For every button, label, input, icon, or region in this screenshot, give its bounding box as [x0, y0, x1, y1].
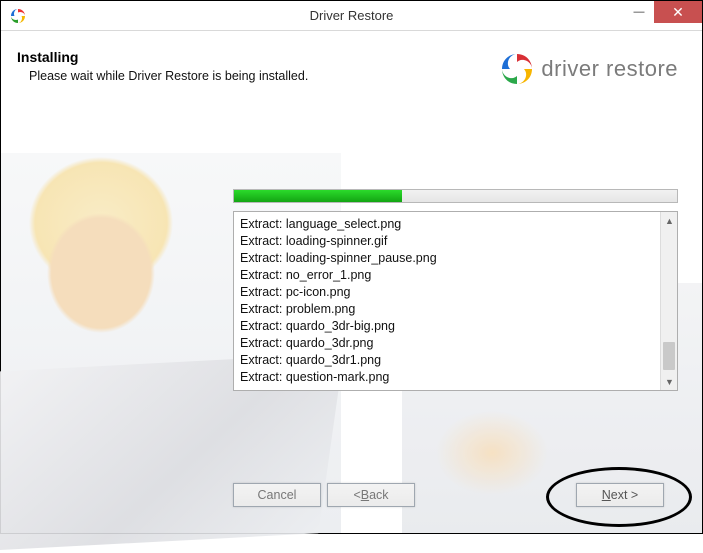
app-icon [9, 7, 27, 25]
back-prefix: < [353, 488, 360, 502]
cancel-button[interactable]: Cancel [233, 483, 321, 507]
brand-logo: driver restore [499, 51, 678, 87]
scroll-up-icon[interactable]: ▲ [661, 212, 678, 229]
log-line: Extract: quardo_3dr-big.png [240, 318, 654, 335]
log-scrollbar[interactable]: ▲ ▼ [660, 212, 677, 390]
content-area: Installing Please wait while Driver Rest… [1, 31, 702, 533]
log-line: Extract: loading-spinner.gif [240, 233, 654, 250]
button-row: Cancel < Back Next > [1, 483, 702, 511]
close-button[interactable]: ✕ [654, 1, 702, 23]
log-line: Extract: no_error_1.png [240, 267, 654, 284]
log-lines: Extract: language_select.png Extract: lo… [234, 212, 660, 390]
heading-subtitle: Please wait while Driver Restore is bein… [29, 69, 308, 83]
progress-bar [233, 189, 678, 203]
swirl-icon [499, 51, 535, 87]
log-line: Extract: problem.png [240, 301, 654, 318]
next-button[interactable]: Next > [576, 483, 664, 507]
install-log: Extract: language_select.png Extract: lo… [233, 211, 678, 391]
log-line: Extract: question-mark.png [240, 369, 654, 386]
heading: Installing Please wait while Driver Rest… [17, 49, 308, 83]
back-hotkey: B [361, 488, 369, 502]
brand-text: driver restore [541, 56, 678, 82]
scroll-thumb[interactable] [663, 342, 675, 370]
minimize-button[interactable]: — [624, 1, 654, 23]
log-line: Extract: pc-icon.png [240, 284, 654, 301]
progress-fill [234, 190, 402, 202]
heading-title: Installing [17, 49, 308, 65]
next-rest: ext > [611, 488, 638, 502]
scroll-down-icon[interactable]: ▼ [661, 373, 678, 390]
window-title: Driver Restore [310, 8, 394, 23]
titlebar: Driver Restore — ✕ [1, 1, 702, 31]
log-line: Extract: language_select.png [240, 216, 654, 233]
back-button[interactable]: < Back [327, 483, 415, 507]
log-line: Extract: loading-spinner_pause.png [240, 250, 654, 267]
log-line: Extract: quardo_3dr1.png [240, 352, 654, 369]
log-line: Extract: quardo_3dr.png [240, 335, 654, 352]
next-hotkey: N [602, 488, 611, 502]
window-controls: — ✕ [624, 1, 702, 23]
back-rest: ack [369, 488, 388, 502]
